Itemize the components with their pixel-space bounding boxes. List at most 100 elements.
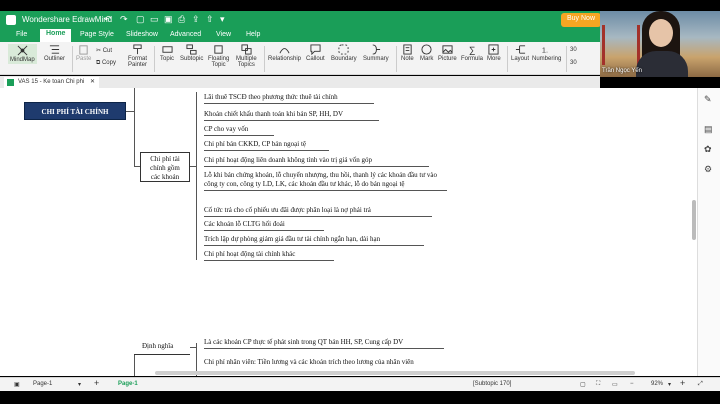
right-panel-toolbar: ✎ ▤ ✿ ⚙	[697, 88, 720, 376]
multiple-topics-button[interactable]: Multiple Topics	[236, 44, 257, 68]
horizontal-scrollbar[interactable]	[155, 371, 635, 375]
new-file-icon[interactable]: ▢	[136, 14, 145, 25]
connector-line	[126, 111, 134, 112]
fit-page-icon[interactable]: ▢	[580, 381, 586, 388]
ribbon-divider	[264, 46, 265, 72]
export-icon[interactable]: ⇪	[192, 14, 200, 25]
page-dropdown-chevron-icon[interactable]: ▾	[78, 381, 81, 388]
zoom-level[interactable]: 92%	[651, 381, 663, 387]
zoom-out-icon[interactable]: −	[630, 381, 634, 387]
picture-label: Picture	[438, 56, 457, 62]
fullscreen-icon[interactable]: ⛶	[596, 381, 600, 388]
customize-quick-access-icon[interactable]: ▾	[220, 14, 225, 25]
floating-topic-button[interactable]: Floating Topic	[208, 44, 229, 68]
subtopic-leaf[interactable]: Chi phí hoạt động liên doanh không tính …	[204, 156, 429, 167]
buy-now-button[interactable]: Buy Now	[561, 13, 602, 27]
mindmap-view-button[interactable]: MindMap	[8, 44, 37, 64]
format-painter-button[interactable]: Format Painter	[128, 44, 147, 68]
fit-window-icon[interactable]: ⤢	[698, 381, 703, 388]
paste-button[interactable]: Paste	[76, 44, 91, 62]
numbering-button[interactable]: 1. Numbering	[532, 44, 561, 62]
outliner-icon	[49, 45, 60, 54]
note-button[interactable]: Note	[401, 44, 414, 62]
ribbon-divider	[72, 46, 73, 72]
share-icon[interactable]: ⇧	[206, 14, 214, 25]
tab-help[interactable]: Help	[246, 31, 260, 38]
numbering-label: Numbering	[532, 56, 562, 62]
style-icon[interactable]: ▤	[704, 124, 714, 134]
add-page-icon[interactable]: +	[94, 378, 99, 388]
zoom-dropdown-icon[interactable]: ▾	[668, 381, 671, 388]
tab-home[interactable]: Home	[40, 29, 72, 42]
cut-button[interactable]: ✂ Cut	[96, 47, 112, 54]
subtopic-leaf[interactable]: Các khoản lỗ CLTG hối đoái	[204, 220, 324, 231]
copy-button[interactable]: ⧉ Copy	[96, 60, 116, 67]
format-brush-icon[interactable]: ✎	[704, 94, 714, 104]
close-tab-icon[interactable]: ✕	[90, 79, 95, 85]
formula-button[interactable]: ∑ Formula	[461, 44, 483, 62]
boundary-button[interactable]: Boundary	[331, 44, 357, 62]
copy-icon: ⧉	[96, 60, 101, 66]
outliner-label: Outliner	[44, 56, 66, 62]
mindmap-canvas[interactable]	[0, 88, 697, 376]
document-tab[interactable]: VAS 15 - Ke toan Chi phi ✕	[4, 77, 99, 88]
subtopic-leaf[interactable]: Cổ tức trả cho cổ phiếu ưu đãi được phân…	[204, 206, 432, 217]
subtopic-button[interactable]: Subtopic	[180, 44, 203, 62]
picture-button[interactable]: Picture	[438, 44, 457, 62]
tab-view[interactable]: View	[216, 31, 231, 38]
clipart-icon[interactable]: ✿	[704, 144, 714, 154]
ribbon-divider	[566, 46, 567, 72]
save-icon[interactable]: ▣	[164, 14, 173, 25]
subtopic-leaf[interactable]: Chi phí bán CKKD, CP bán ngoại tệ	[204, 140, 329, 151]
mark-button[interactable]: Mark	[420, 44, 433, 62]
root-topic[interactable]: CHI PHÍ TÀI CHÍNH	[24, 102, 126, 120]
subtopic-leaf[interactable]: Khoản chiết khấu thanh toán khi bán SP, …	[204, 110, 379, 121]
vertical-scrollbar[interactable]	[692, 200, 696, 240]
page-panel-icon[interactable]: ▣	[14, 381, 20, 388]
summary-icon	[373, 44, 381, 55]
zoom-in-icon[interactable]: +	[680, 378, 685, 388]
redo-icon[interactable]: ↷	[120, 14, 128, 25]
print-icon[interactable]: ⎙	[178, 14, 185, 25]
subtopic-leaf[interactable]: CP cho vay vốn	[204, 125, 274, 136]
tab-file[interactable]: File	[16, 31, 27, 38]
tab-page-style[interactable]: Page Style	[80, 31, 114, 38]
tab-advanced[interactable]: Advanced	[170, 31, 201, 38]
callout-button[interactable]: Callout	[306, 44, 325, 62]
line-spacing-value: 30	[570, 60, 577, 66]
subtopic-leaf[interactable]: Trích lập dự phòng giảm giá đầu tư tài c…	[204, 235, 424, 246]
subtopic-leaf[interactable]: Lãi thuê TSCĐ theo phương thức thuê tài …	[204, 93, 374, 104]
settings-icon[interactable]: ⚙	[704, 164, 714, 174]
callout-label: Callout	[306, 56, 325, 62]
tab-slideshow[interactable]: Slideshow	[126, 31, 158, 38]
app-title: Wondershare EdrawMind	[22, 15, 113, 24]
undo-icon[interactable]: ↶	[104, 14, 112, 25]
presenter-body	[636, 51, 688, 77]
subtopic-leaf[interactable]: Lỗ khi bán chứng khoán, lỗ chuyển nhượng…	[204, 171, 447, 191]
outliner-view-button[interactable]: Outliner	[44, 44, 65, 62]
presentation-icon[interactable]: ▭	[612, 381, 618, 388]
topic-icon	[161, 46, 173, 53]
subtopic-leaf[interactable]: Chi phí hoạt động tài chính khác	[204, 250, 334, 261]
ribbon-divider	[507, 46, 508, 72]
connector-line	[134, 88, 135, 166]
open-file-icon[interactable]: ▭	[150, 14, 159, 25]
summary-button[interactable]: Summary	[363, 44, 389, 62]
golden-gate-bridge-background	[602, 25, 640, 65]
format-painter-icon	[133, 44, 142, 55]
relationship-button[interactable]: Relationship	[268, 44, 301, 62]
more-button[interactable]: More	[487, 44, 501, 62]
summary-label: Summary	[363, 56, 389, 62]
branch-topic[interactable]: Chi phí tài chính gồm các khoản	[140, 152, 190, 182]
layout-button[interactable]: Layout	[511, 44, 529, 62]
font-size-dropdown[interactable]: 30	[570, 47, 577, 53]
page-select-dropdown[interactable]: Page-1	[33, 381, 52, 387]
topic-button[interactable]: Topic	[160, 44, 174, 62]
subtopic-leaf[interactable]: Chi phí nhân viên: Tiền lương và các kho…	[204, 358, 454, 367]
subtopic-leaf[interactable]: Là các khoản CP thực tế phát sinh trong …	[204, 338, 444, 349]
definition-topic[interactable]: Định nghĩa	[134, 340, 190, 355]
line-spacing-dropdown[interactable]: 30	[570, 60, 577, 66]
more-label: More	[487, 56, 501, 62]
paste-label: Paste	[76, 56, 92, 62]
page-tab[interactable]: Page-1	[118, 381, 138, 387]
